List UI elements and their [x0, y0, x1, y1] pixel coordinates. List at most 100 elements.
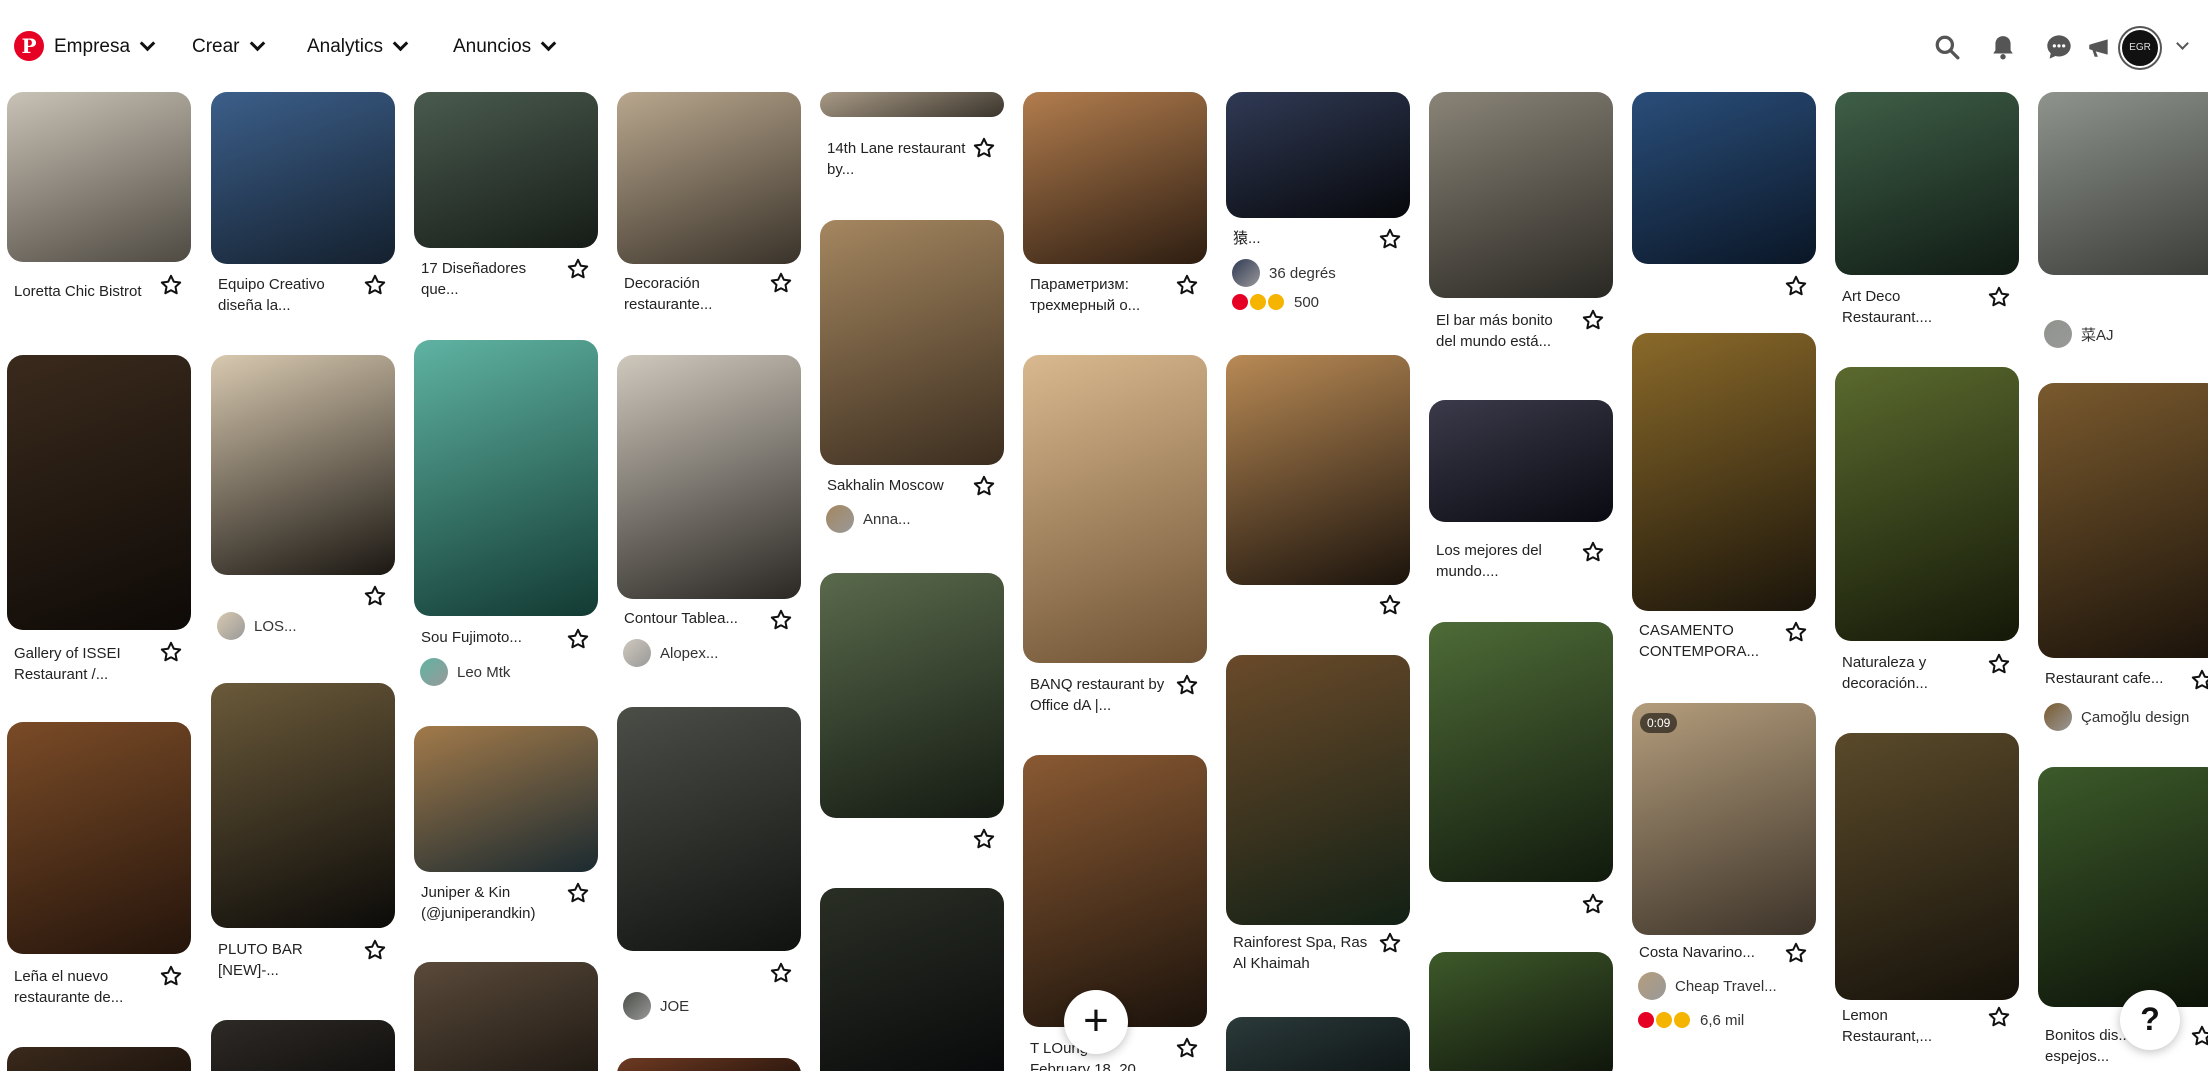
pin-image[interactable]	[820, 573, 1004, 818]
save-star-icon[interactable]	[1784, 274, 1808, 298]
save-star-icon[interactable]	[972, 136, 996, 160]
pin-image[interactable]	[617, 707, 801, 951]
pin-image[interactable]	[1632, 333, 1816, 611]
pin-title[interactable]: PLUTO BAR [NEW]-...	[218, 939, 358, 981]
pin-image[interactable]	[1835, 733, 2019, 1000]
pin-title[interactable]: Juniper & Kin (@juniperandkin)	[421, 882, 561, 924]
save-star-icon[interactable]	[363, 584, 387, 608]
pin-title[interactable]: Naturaleza y decoración...	[1842, 652, 1982, 694]
save-star-icon[interactable]	[566, 627, 590, 651]
pin-image[interactable]	[414, 726, 598, 872]
save-star-icon[interactable]	[566, 257, 590, 281]
pin-image[interactable]	[211, 683, 395, 928]
pin-title[interactable]: Sakhalin Moscow	[827, 475, 967, 496]
pin-image[interactable]	[1226, 355, 1410, 585]
pin-title[interactable]: Lemon Restaurant,...	[1842, 1005, 1982, 1047]
search-icon[interactable]	[1930, 30, 1964, 64]
save-star-icon[interactable]	[159, 640, 183, 664]
pin-creator[interactable]: 菜AJ	[2044, 318, 2114, 350]
pin-creator[interactable]: Çamoğlu design	[2044, 701, 2189, 733]
pin-title[interactable]: Contour Tablea...	[624, 608, 764, 629]
save-star-icon[interactable]	[566, 881, 590, 905]
notifications-bell-icon[interactable]	[1986, 30, 2020, 64]
pin-image[interactable]	[2038, 767, 2208, 1007]
pin-title[interactable]: Sou Fujimoto...	[421, 627, 561, 648]
create-pin-button[interactable]: +	[1064, 990, 1128, 1054]
save-star-icon[interactable]	[1378, 593, 1402, 617]
pin-image[interactable]: 0:09	[1632, 703, 1816, 935]
pin-image[interactable]	[1226, 1017, 1410, 1071]
save-star-icon[interactable]	[769, 961, 793, 985]
pin-creator[interactable]: Anna...	[826, 503, 911, 535]
pin-creator[interactable]: LOS...	[217, 610, 297, 642]
save-star-icon[interactable]	[1784, 941, 1808, 965]
save-star-icon[interactable]	[1784, 620, 1808, 644]
pin-title[interactable]: Decoración restaurante...	[624, 273, 764, 315]
save-star-icon[interactable]	[159, 273, 183, 297]
pin-image[interactable]	[2038, 383, 2208, 658]
messages-icon[interactable]	[2042, 30, 2076, 64]
save-star-icon[interactable]	[1987, 652, 2011, 676]
nav-empresa[interactable]: Empresa	[54, 30, 156, 64]
pin-image[interactable]	[1632, 92, 1816, 264]
pin-image[interactable]	[1429, 400, 1613, 522]
pin-image[interactable]	[1835, 92, 2019, 275]
pin-title[interactable]: El bar más bonito del mundo está...	[1436, 310, 1576, 352]
pin-image[interactable]	[820, 92, 1004, 117]
pin-image[interactable]	[211, 92, 395, 264]
save-star-icon[interactable]	[363, 938, 387, 962]
save-star-icon[interactable]	[363, 273, 387, 297]
megaphone-icon[interactable]	[2082, 30, 2116, 64]
pinterest-logo-icon[interactable]: P	[14, 31, 44, 61]
pin-image[interactable]	[820, 888, 1004, 1071]
pin-image[interactable]	[1226, 92, 1410, 218]
pin-image[interactable]	[414, 962, 598, 1071]
save-star-icon[interactable]	[972, 474, 996, 498]
pin-title[interactable]: Restaurant cafe...	[2045, 668, 2185, 689]
pin-title[interactable]: 猿...	[1233, 228, 1373, 249]
pin-creator[interactable]: JOE	[623, 990, 689, 1022]
pin-title[interactable]: CASAMENTO CONTEMPORA...	[1639, 620, 1779, 662]
pin-image[interactable]	[1835, 367, 2019, 641]
pin-image[interactable]	[617, 355, 801, 599]
save-star-icon[interactable]	[1987, 285, 2011, 309]
nav-anuncios[interactable]: Anuncios	[453, 30, 557, 64]
save-star-icon[interactable]	[1581, 540, 1605, 564]
save-star-icon[interactable]	[1987, 1005, 2011, 1029]
pin-title[interactable]: 17 Diseñadores que...	[421, 258, 561, 300]
help-button[interactable]: ?	[2120, 990, 2180, 1050]
pin-image[interactable]	[1429, 92, 1613, 298]
save-star-icon[interactable]	[769, 271, 793, 295]
save-star-icon[interactable]	[1378, 931, 1402, 955]
save-star-icon[interactable]	[1175, 1036, 1199, 1060]
save-star-icon[interactable]	[1175, 673, 1199, 697]
pin-title[interactable]: Gallery of ISSEI Restaurant /...	[14, 643, 154, 685]
pin-image[interactable]	[1429, 622, 1613, 882]
save-star-icon[interactable]	[1378, 227, 1402, 251]
pin-title[interactable]: Equipo Creativo diseña la...	[218, 274, 358, 316]
save-star-icon[interactable]	[1581, 308, 1605, 332]
pin-title[interactable]: Loretta Chic Bistrot	[14, 281, 154, 302]
pin-image[interactable]	[7, 92, 191, 262]
save-star-icon[interactable]	[2190, 1024, 2208, 1048]
save-star-icon[interactable]	[972, 827, 996, 851]
account-chevron-down-icon[interactable]	[2168, 30, 2196, 64]
pin-creator[interactable]: Cheap Travel...	[1638, 970, 1777, 1002]
pin-image[interactable]	[414, 340, 598, 616]
pin-image[interactable]	[1023, 355, 1207, 663]
pin-image[interactable]	[7, 1047, 191, 1071]
pin-image[interactable]	[1226, 655, 1410, 925]
pin-title[interactable]: Costa Navarino...	[1639, 942, 1779, 963]
nav-crear[interactable]: Crear	[192, 30, 265, 64]
pin-title[interactable]: BANQ restaurant by Office dA |...	[1030, 674, 1170, 716]
pin-image[interactable]	[7, 355, 191, 630]
pin-title[interactable]: Los mejores del mundo....	[1436, 540, 1576, 582]
pin-image[interactable]	[7, 722, 191, 954]
pin-image[interactable]	[617, 1058, 801, 1071]
pin-image[interactable]	[820, 220, 1004, 465]
pin-image[interactable]	[1429, 952, 1613, 1071]
save-star-icon[interactable]	[159, 964, 183, 988]
pin-image[interactable]	[1023, 755, 1207, 1027]
pin-image[interactable]	[617, 92, 801, 264]
pin-creator[interactable]: 36 degrés	[1232, 257, 1336, 289]
